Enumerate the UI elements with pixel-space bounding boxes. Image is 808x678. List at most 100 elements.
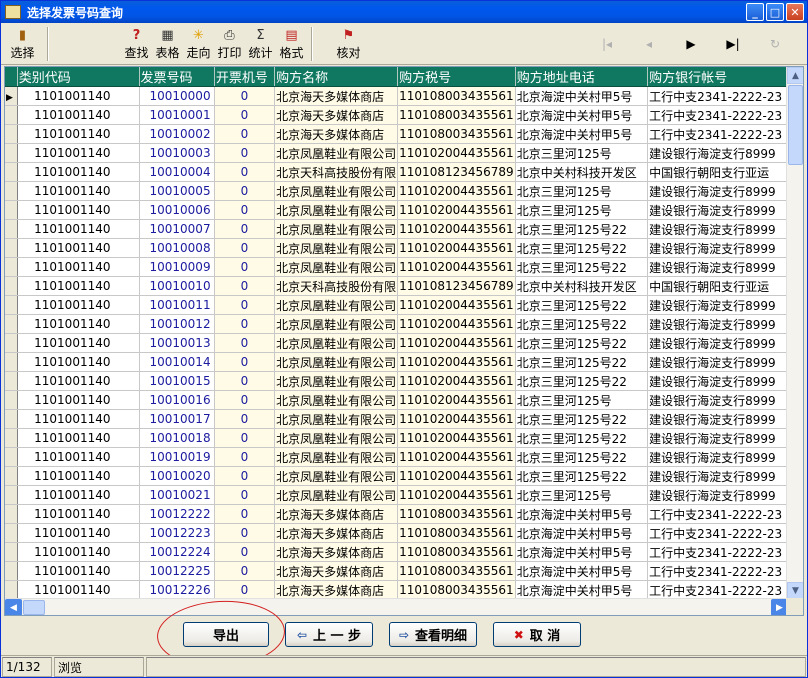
table-cell[interactable]: 10010019 — [139, 447, 215, 467]
row-indicator[interactable] — [5, 162, 18, 182]
table-cell[interactable]: 0 — [214, 542, 276, 562]
table-cell[interactable]: 建设银行海淀支行8999 — [647, 219, 803, 239]
table-cell[interactable]: 110102004435561 — [397, 390, 516, 410]
table-cell[interactable]: 110108003435561 — [397, 561, 516, 581]
table-cell[interactable]: 0 — [214, 162, 276, 182]
table-cell[interactable]: 建设银行海淀支行8999 — [647, 485, 803, 505]
row-indicator[interactable] — [5, 580, 18, 600]
maximize-button[interactable]: □ — [766, 3, 784, 21]
table-cell[interactable]: 北京三里河125号22 — [515, 314, 649, 334]
minimize-button[interactable]: _ — [746, 3, 764, 21]
row-indicator[interactable] — [5, 447, 18, 467]
row-indicator[interactable] — [5, 200, 18, 220]
table-cell[interactable]: 0 — [214, 219, 276, 239]
vertical-scrollbar[interactable]: ▲ ▼ — [786, 67, 803, 599]
table-cell[interactable]: 10012224 — [139, 542, 215, 562]
table-cell[interactable]: 110102004435561 — [397, 238, 516, 258]
table-cell[interactable]: 建设银行海淀支行8999 — [647, 238, 803, 258]
table-cell[interactable]: 建设银行海淀支行8999 — [647, 333, 803, 353]
row-indicator[interactable] — [5, 314, 18, 334]
print-button[interactable]: ⎙ 打印 — [214, 25, 245, 63]
row-indicator[interactable] — [5, 542, 18, 562]
table-cell[interactable]: 北京天科高技股份有限 — [274, 162, 399, 182]
table-cell[interactable]: 工行中支2341-2222-23 — [647, 561, 803, 581]
table-cell[interactable]: 建设银行海淀支行8999 — [647, 409, 803, 429]
table-cell[interactable]: 10010021 — [139, 485, 215, 505]
scroll-up-icon[interactable]: ▲ — [787, 67, 803, 84]
column-header-2[interactable]: 开票机号 — [214, 67, 276, 87]
table-cell[interactable]: 110108003435561 — [397, 542, 516, 562]
table-cell[interactable]: 110108003435561 — [397, 580, 516, 600]
table-cell[interactable]: 北京凤凰鞋业有限公司 — [274, 200, 399, 220]
table-cell[interactable]: 0 — [214, 485, 276, 505]
table-cell[interactable]: 北京凤凰鞋业有限公司 — [274, 238, 399, 258]
table-cell[interactable]: 北京海淀中关村甲5号 — [515, 542, 649, 562]
table-cell[interactable]: 建设银行海淀支行8999 — [647, 352, 803, 372]
table-row[interactable]: 1101001140 10010003 0 北京凤凰鞋业有限公司 11010200443… — [5, 143, 803, 163]
table-row[interactable]: 1101001140 10012226 0 北京海天多媒体商店 110108003435… — [5, 580, 803, 600]
table-cell[interactable]: 1101001140 — [17, 105, 140, 125]
table-cell[interactable]: 北京海淀中关村甲5号 — [515, 580, 649, 600]
table-cell[interactable]: 0 — [214, 523, 276, 543]
row-indicator[interactable] — [5, 390, 18, 410]
table-cell[interactable]: 0 — [214, 86, 276, 106]
table-cell[interactable]: 北京凤凰鞋业有限公司 — [274, 409, 399, 429]
table-cell[interactable]: 1101001140 — [17, 504, 140, 524]
table-row[interactable]: 1101001140 10010015 0 北京凤凰鞋业有限公司 11010200443… — [5, 371, 803, 391]
table-row[interactable]: 1101001140 10010014 0 北京凤凰鞋业有限公司 11010200443… — [5, 352, 803, 372]
table-cell[interactable]: 建设银行海淀支行8999 — [647, 295, 803, 315]
table-cell[interactable]: 1101001140 — [17, 485, 140, 505]
format-button[interactable]: ▤ 格式 — [276, 25, 307, 63]
table-cell[interactable]: 1101001140 — [17, 143, 140, 163]
table-cell[interactable]: 1101001140 — [17, 200, 140, 220]
table-cell[interactable]: 北京凤凰鞋业有限公司 — [274, 447, 399, 467]
table-cell[interactable]: 0 — [214, 466, 276, 486]
table-cell[interactable]: 1101001140 — [17, 181, 140, 201]
table-cell[interactable]: 北京凤凰鞋业有限公司 — [274, 314, 399, 334]
table-cell[interactable]: 北京三里河125号 — [515, 390, 649, 410]
table-row[interactable]: 1101001140 10010019 0 北京凤凰鞋业有限公司 11010200443… — [5, 447, 803, 467]
table-cell[interactable]: 建设银行海淀支行8999 — [647, 466, 803, 486]
table-cell[interactable]: 北京凤凰鞋业有限公司 — [274, 333, 399, 353]
table-cell[interactable]: 北京海天多媒体商店 — [274, 580, 399, 600]
find-button[interactable]: ? 查找 — [121, 25, 152, 63]
refresh-icon[interactable]: ↻ — [755, 33, 795, 55]
table-cell[interactable]: 0 — [214, 428, 276, 448]
column-header-6[interactable]: 购方银行帐号 — [647, 67, 803, 87]
table-cell[interactable]: 10010011 — [139, 295, 215, 315]
table-cell[interactable]: 北京三里河125号22 — [515, 238, 649, 258]
table-cell[interactable]: 工行中支2341-2222-23 — [647, 542, 803, 562]
horizontal-scroll-thumb[interactable] — [23, 600, 45, 615]
table-row[interactable]: 1101001140 10010008 0 北京凤凰鞋业有限公司 11010200443… — [5, 238, 803, 258]
table-cell[interactable]: 110102004435561 — [397, 352, 516, 372]
table-cell[interactable]: 110108003435561 — [397, 105, 516, 125]
table-row[interactable]: 1101001140 10010016 0 北京凤凰鞋业有限公司 11010200443… — [5, 390, 803, 410]
table-cell[interactable]: 1101001140 — [17, 257, 140, 277]
check-button[interactable]: ⚑ 核对 — [333, 25, 364, 63]
table-cell[interactable]: 110108003435561 — [397, 504, 516, 524]
table-cell[interactable]: 建设银行海淀支行8999 — [647, 181, 803, 201]
row-indicator[interactable] — [5, 333, 18, 353]
table-cell[interactable]: 10010002 — [139, 124, 215, 144]
table-row[interactable]: 1101001140 10010001 0 北京海天多媒体商店 110108003435… — [5, 105, 803, 125]
row-indicator[interactable] — [5, 485, 18, 505]
column-header-0[interactable]: 类别代码 — [17, 67, 140, 87]
table-cell[interactable]: 10010001 — [139, 105, 215, 125]
table-cell[interactable]: 北京海天多媒体商店 — [274, 523, 399, 543]
table-cell[interactable]: 1101001140 — [17, 333, 140, 353]
column-header-3[interactable]: 购方名称 — [274, 67, 399, 87]
table-cell[interactable]: 北京海淀中关村甲5号 — [515, 504, 649, 524]
table-row[interactable]: 1101001140 10010005 0 北京凤凰鞋业有限公司 11010200443… — [5, 181, 803, 201]
table-cell[interactable]: 工行中支2341-2222-23 — [647, 580, 803, 600]
table-cell[interactable]: 110102004435561 — [397, 295, 516, 315]
prev-record-icon[interactable]: ◂ — [629, 33, 669, 55]
table-cell[interactable]: 建设银行海淀支行8999 — [647, 428, 803, 448]
row-indicator[interactable] — [5, 124, 18, 144]
table-cell[interactable]: 北京三里河125号 — [515, 200, 649, 220]
table-cell[interactable]: 110102004435561 — [397, 428, 516, 448]
table-cell[interactable]: 北京三里河125号 — [515, 485, 649, 505]
row-indicator[interactable] — [5, 181, 18, 201]
table-cell[interactable]: 0 — [214, 504, 276, 524]
table-cell[interactable]: 北京三里河125号22 — [515, 295, 649, 315]
table-row[interactable]: 1101001140 10010009 0 北京凤凰鞋业有限公司 11010200443… — [5, 257, 803, 277]
